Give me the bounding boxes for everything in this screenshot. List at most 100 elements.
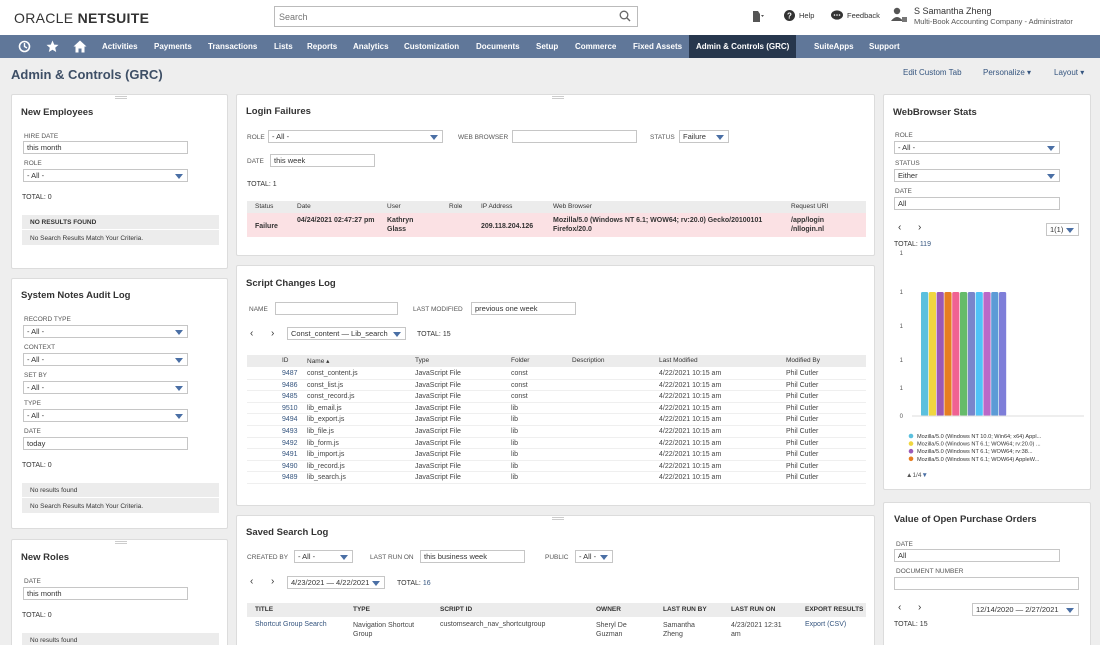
- cell-id[interactable]: 9493: [282, 428, 298, 435]
- col-script-id[interactable]: SCRIPT ID: [440, 606, 472, 613]
- prev-page-icon[interactable]: ‹: [898, 222, 901, 233]
- legend-label[interactable]: Mozilla/5.0 (Windows NT 10.0; Win64; x64…: [917, 434, 1042, 440]
- col-description[interactable]: Description: [572, 357, 605, 364]
- nav-setup[interactable]: Setup: [536, 35, 558, 58]
- nav-analytics[interactable]: Analytics: [353, 35, 389, 58]
- col-web-browser[interactable]: Web Browser: [553, 203, 592, 210]
- cell-title[interactable]: Shortcut Group Search: [255, 621, 327, 628]
- home-icon[interactable]: [73, 40, 87, 55]
- chart-bar[interactable]: [967, 292, 975, 416]
- role-select[interactable]: - All -: [23, 169, 188, 182]
- table-row[interactable]: 9494 lib_export.js JavaScript File lib 4/22/…: [247, 414, 866, 426]
- global-search[interactable]: [274, 6, 638, 27]
- status-select[interactable]: Either: [894, 169, 1060, 182]
- cell-id[interactable]: 9491: [282, 451, 298, 458]
- col-export-results[interactable]: EXPORT RESULTS: [805, 606, 863, 613]
- col-role[interactable]: Role: [449, 203, 462, 210]
- col-user[interactable]: User: [387, 203, 401, 210]
- table-row[interactable]: Shortcut Group Search Navigation Shortcu…: [247, 619, 866, 641]
- col-status[interactable]: Status: [255, 203, 273, 210]
- col-last-run-by[interactable]: LAST RUN BY: [663, 606, 707, 613]
- prev-page-icon[interactable]: ‹: [898, 602, 901, 613]
- last-run-field[interactable]: this business week: [420, 550, 525, 563]
- cell-id[interactable]: 9494: [282, 416, 298, 423]
- nav-activities[interactable]: Activities: [102, 35, 138, 58]
- nav-lists[interactable]: Lists: [274, 35, 293, 58]
- col-title[interactable]: TITLE: [255, 606, 273, 613]
- col-owner[interactable]: OWNER: [596, 606, 621, 613]
- nav-transactions[interactable]: Transactions: [208, 35, 257, 58]
- chart-bar[interactable]: [936, 292, 944, 416]
- prev-page-icon[interactable]: ‹: [250, 576, 253, 587]
- col-folder[interactable]: Folder: [511, 357, 529, 364]
- next-page-icon[interactable]: ›: [918, 222, 921, 233]
- date-field[interactable]: All: [894, 549, 1060, 562]
- table-row[interactable]: 9486 const_list.js JavaScript File const 4/2…: [247, 380, 866, 392]
- name-field[interactable]: [275, 302, 398, 315]
- role-select[interactable]: - All -: [894, 141, 1060, 154]
- range-select[interactable]: Const_content — Lib_search: [287, 327, 406, 340]
- chart-bar[interactable]: [991, 292, 999, 416]
- cell-id[interactable]: 9489: [282, 474, 298, 481]
- drag-handle[interactable]: [552, 517, 564, 520]
- nav-reports[interactable]: Reports: [307, 35, 337, 58]
- legend-down-icon[interactable]: ▼: [921, 472, 927, 479]
- nav-suiteapps[interactable]: SuiteApps: [814, 35, 854, 58]
- table-row[interactable]: 9492 lib_form.js JavaScript File lib 4/22/20…: [247, 438, 866, 450]
- cell-id[interactable]: 9487: [282, 370, 298, 377]
- table-row[interactable]: 9491 lib_import.js JavaScript File lib 4/22/…: [247, 449, 866, 461]
- col-last-run-on[interactable]: LAST RUN ON: [731, 606, 775, 613]
- range-select[interactable]: 4/23/2021 — 4/22/2021: [287, 576, 385, 589]
- col-request-uri[interactable]: Request URI: [791, 203, 828, 210]
- nav-payments[interactable]: Payments: [154, 35, 192, 58]
- col-id[interactable]: ID: [282, 357, 289, 364]
- cell-id[interactable]: 9486: [282, 382, 298, 389]
- col-modified-by[interactable]: Modified By: [786, 357, 820, 364]
- nav-customization[interactable]: Customization: [404, 35, 459, 58]
- page-select[interactable]: 1(1): [1046, 223, 1079, 236]
- table-row[interactable]: Failure 04/24/2021 02:47:27 pm Kathryn G…: [247, 213, 866, 237]
- table-row[interactable]: 9490 lib_record.js JavaScript File lib 4/22/…: [247, 461, 866, 473]
- prev-page-icon[interactable]: ‹: [250, 328, 253, 339]
- export-csv-link[interactable]: Export (CSV): [805, 621, 846, 628]
- drag-handle[interactable]: [115, 96, 127, 99]
- col-name[interactable]: Name ▴: [307, 357, 329, 365]
- next-page-icon[interactable]: ›: [271, 576, 274, 587]
- feedback-link[interactable]: Feedback: [831, 10, 880, 21]
- document-number-field[interactable]: [894, 577, 1079, 590]
- recent-icon[interactable]: [18, 40, 31, 55]
- table-row[interactable]: 9485 const_record.js JavaScript File const 4…: [247, 391, 866, 403]
- legend-pager[interactable]: ▲1/4▼: [906, 472, 928, 479]
- cell-id[interactable]: 9492: [282, 440, 298, 447]
- set-by-select[interactable]: - All -: [23, 381, 188, 394]
- public-select[interactable]: - All -: [575, 550, 613, 563]
- table-row[interactable]: 9487 const_content.js JavaScript File const…: [247, 368, 866, 380]
- legend-label[interactable]: Mozilla/5.0 (Windows NT 6.1; WOW64; rv:2…: [917, 442, 1041, 448]
- next-page-icon[interactable]: ›: [918, 602, 921, 613]
- chart-bar[interactable]: [983, 292, 991, 416]
- layout-menu[interactable]: Layout ▾: [1054, 68, 1084, 77]
- last-modified-field[interactable]: previous one week: [471, 302, 576, 315]
- drag-handle[interactable]: [115, 541, 127, 544]
- col-last-modified[interactable]: Last Modified: [659, 357, 698, 364]
- netsuite-logo[interactable]: ORACLE NETSUITE: [14, 10, 149, 26]
- chart-bar[interactable]: [960, 292, 968, 416]
- nav-fixed-assets[interactable]: Fixed Assets: [633, 35, 682, 58]
- drag-handle[interactable]: [552, 96, 564, 99]
- user-menu[interactable]: S Samantha Zheng Multi-Book Accounting C…: [891, 6, 1073, 27]
- status-select[interactable]: Failure: [679, 130, 729, 143]
- chart-bar[interactable]: [975, 292, 983, 416]
- recent-records-icon[interactable]: [751, 10, 767, 23]
- context-select[interactable]: - All -: [23, 353, 188, 366]
- date-field[interactable]: today: [23, 437, 188, 450]
- next-page-icon[interactable]: ›: [271, 328, 274, 339]
- table-row[interactable]: 9489 lib_search.js JavaScript File lib 4/22/…: [247, 472, 866, 484]
- record-type-select[interactable]: - All -: [23, 325, 188, 338]
- col-type[interactable]: Type: [415, 357, 429, 364]
- edit-custom-tab-link[interactable]: Edit Custom Tab: [903, 68, 962, 77]
- created-by-select[interactable]: - All -: [294, 550, 353, 563]
- nav-commerce[interactable]: Commerce: [575, 35, 616, 58]
- type-select[interactable]: - All -: [23, 409, 188, 422]
- chart-bar[interactable]: [928, 292, 936, 416]
- hire-date-field[interactable]: this month: [23, 141, 188, 154]
